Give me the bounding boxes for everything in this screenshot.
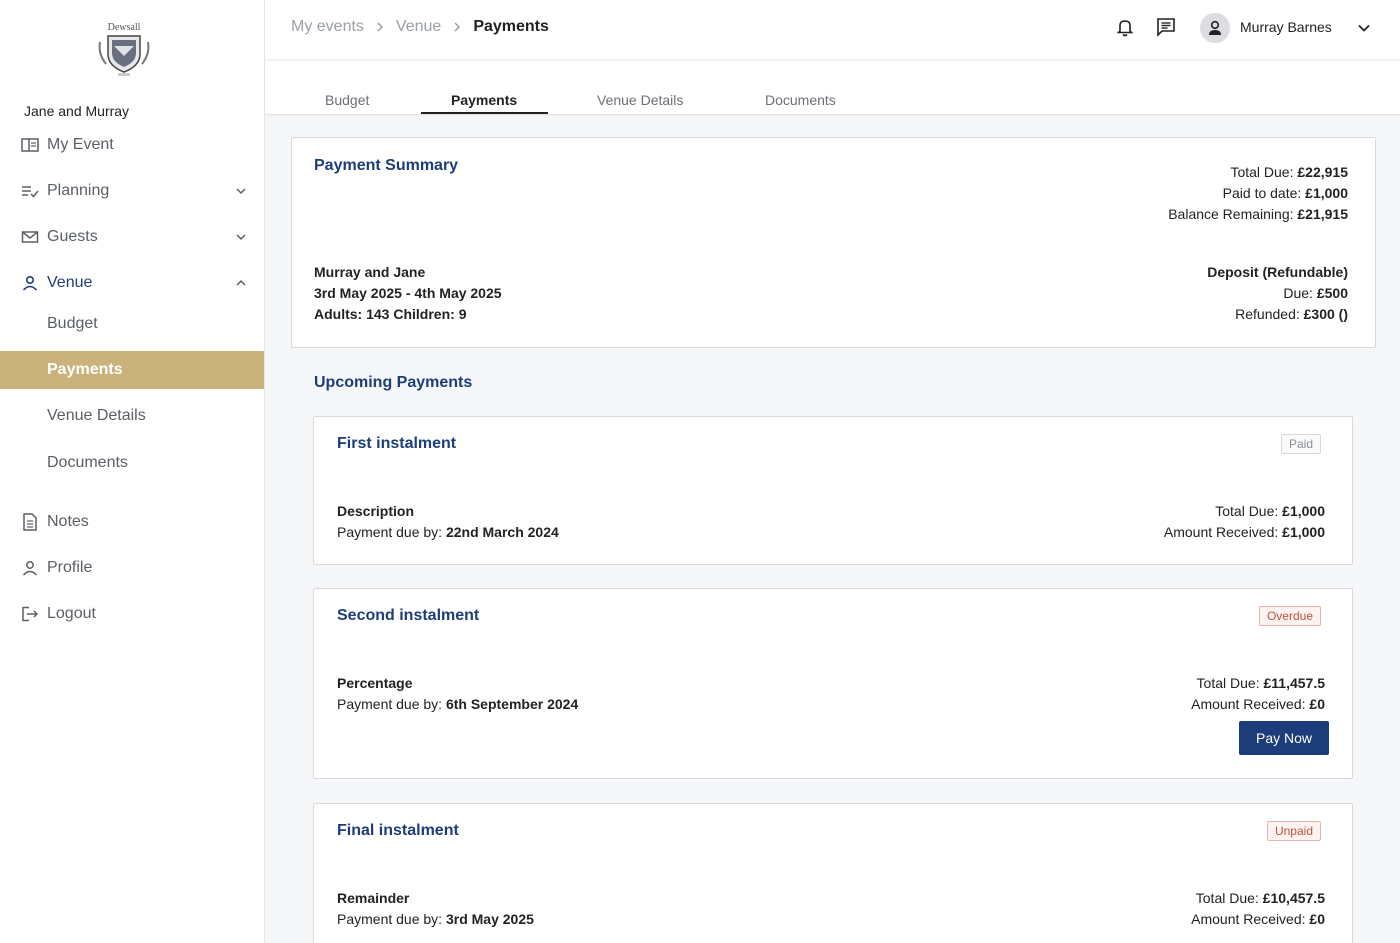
- sidebar-item-logout[interactable]: Logout: [0, 595, 264, 633]
- payment-due-date: Payment due by: 22nd March 2024: [337, 524, 559, 540]
- user-icon: [21, 274, 39, 292]
- sidebar-item-planning[interactable]: Planning: [0, 172, 264, 210]
- active-tab-indicator: [421, 112, 548, 114]
- payment-card: First instalment Paid Description Paymen…: [313, 416, 1353, 565]
- breadcrumb: My events Venue Payments: [291, 18, 549, 36]
- mail-icon: [21, 228, 39, 246]
- breadcrumb-my-events[interactable]: My events: [291, 18, 364, 36]
- deposit-refunded: Refunded: £300 (): [1235, 306, 1348, 322]
- sidebar: Dewsall Jane and Murray My Event Plannin…: [0, 0, 265, 943]
- user-name[interactable]: Murray Barnes: [1240, 19, 1332, 35]
- chevron-down-icon: [236, 188, 246, 195]
- logout-icon: [21, 605, 39, 623]
- chevron-down-icon[interactable]: [1357, 21, 1371, 35]
- payment-summary-card: Payment Summary Total Due: £22,915 Paid …: [291, 137, 1376, 348]
- sidebar-item-my-event[interactable]: My Event: [0, 126, 264, 164]
- status-badge: Paid: [1280, 434, 1321, 454]
- chevron-right-icon: [377, 22, 383, 32]
- payment-title: Second instalment: [337, 607, 480, 624]
- payment-total-due: Total Due: £1,000: [1215, 503, 1325, 519]
- sidebar-item-label: Guests: [47, 228, 98, 245]
- summary-total-due: Total Due: £22,915: [1230, 164, 1348, 180]
- sidebar-item-label: Payments: [47, 361, 123, 378]
- payment-due-date: Payment due by: 3rd May 2025: [337, 911, 534, 927]
- breadcrumb-venue[interactable]: Venue: [396, 18, 441, 36]
- document-icon: [21, 513, 39, 531]
- payment-title: First instalment: [337, 435, 457, 452]
- sidebar-item-documents[interactable]: Documents: [0, 444, 264, 482]
- event-name: Jane and Murray: [24, 103, 130, 119]
- checklist-icon: [21, 182, 39, 200]
- sidebar-item-profile[interactable]: Profile: [0, 549, 264, 587]
- person-icon: [21, 559, 39, 577]
- svg-text:Dewsall: Dewsall: [108, 22, 141, 33]
- chevron-down-icon: [236, 234, 246, 241]
- sidebar-item-venue[interactable]: Venue: [0, 264, 264, 302]
- status-badge: Unpaid: [1266, 821, 1321, 841]
- payment-type: Remainder: [337, 890, 410, 906]
- tab-documents[interactable]: Documents: [765, 92, 836, 108]
- payment-type: Percentage: [337, 675, 413, 691]
- sidebar-item-budget[interactable]: Budget: [0, 305, 264, 343]
- chevron-up-icon: [236, 279, 246, 286]
- tab-payments[interactable]: Payments: [451, 92, 517, 108]
- sidebar-item-guests[interactable]: Guests: [0, 218, 264, 256]
- payment-card: Second instalment Overdue Percentage Pay…: [313, 588, 1353, 779]
- sidebar-item-label: Logout: [47, 605, 96, 622]
- venue-logo: Dewsall: [94, 20, 154, 78]
- summary-balance-remaining: Balance Remaining: £21,915: [1168, 206, 1348, 222]
- payment-total-due: Total Due: £11,457.5: [1196, 675, 1325, 691]
- payment-amount-received: Amount Received: £0: [1191, 911, 1325, 927]
- payment-title: Final instalment: [337, 822, 459, 839]
- deposit-title: Deposit (Refundable): [1207, 264, 1348, 280]
- person-icon: [1209, 20, 1221, 35]
- upcoming-payments-title: Upcoming Payments: [314, 374, 473, 391]
- summary-paid-to-date: Paid to date: £1,000: [1222, 185, 1348, 201]
- event-dates: 3rd May 2025 - 4th May 2025: [314, 285, 502, 301]
- message-icon[interactable]: [1155, 16, 1177, 38]
- tab-budget[interactable]: Budget: [325, 92, 369, 108]
- chevron-right-icon: [454, 22, 461, 32]
- sidebar-item-notes[interactable]: Notes: [0, 503, 264, 541]
- avatar[interactable]: [1200, 13, 1230, 43]
- tab-bar: Budget Payments Venue Details Documents: [265, 61, 1400, 115]
- payment-total-due: Total Due: £10,457.5: [1195, 890, 1325, 906]
- deposit-due: Due: £500: [1283, 285, 1348, 301]
- payment-card: Final instalment Unpaid Remainder Paymen…: [313, 803, 1353, 943]
- sidebar-item-label: My Event: [47, 136, 114, 153]
- sidebar-item-label: Profile: [47, 559, 93, 576]
- status-badge: Overdue: [1258, 606, 1321, 626]
- payment-amount-received: Amount Received: £0: [1191, 696, 1325, 712]
- bell-icon[interactable]: [1114, 16, 1136, 38]
- payment-amount-received: Amount Received: £1,000: [1163, 524, 1325, 540]
- pay-now-button[interactable]: Pay Now: [1239, 721, 1329, 755]
- payment-due-date: Payment due by: 6th September 2024: [337, 696, 579, 712]
- sidebar-item-payments[interactable]: Payments: [0, 351, 264, 389]
- sidebar-item-label: Venue: [47, 274, 93, 291]
- sidebar-item-label: Budget: [47, 315, 98, 332]
- sidebar-item-label: Venue Details: [47, 407, 146, 424]
- sidebar-item-label: Notes: [47, 513, 89, 530]
- sidebar-item-venue-details[interactable]: Venue Details: [0, 397, 264, 435]
- sidebar-item-label: Documents: [47, 454, 128, 471]
- top-header: My events Venue Payments Murray Barnes: [265, 0, 1400, 60]
- payment-type: Description: [337, 503, 415, 519]
- couple-name: Murray and Jane: [314, 264, 426, 280]
- breadcrumb-payments: Payments: [473, 18, 549, 35]
- guest-counts: Adults: 143 Children: 9: [314, 306, 467, 322]
- card-title: Payment Summary: [314, 157, 459, 174]
- tab-venue-details[interactable]: Venue Details: [597, 92, 683, 108]
- book-open-icon: [21, 136, 39, 154]
- sidebar-item-label: Planning: [47, 182, 110, 199]
